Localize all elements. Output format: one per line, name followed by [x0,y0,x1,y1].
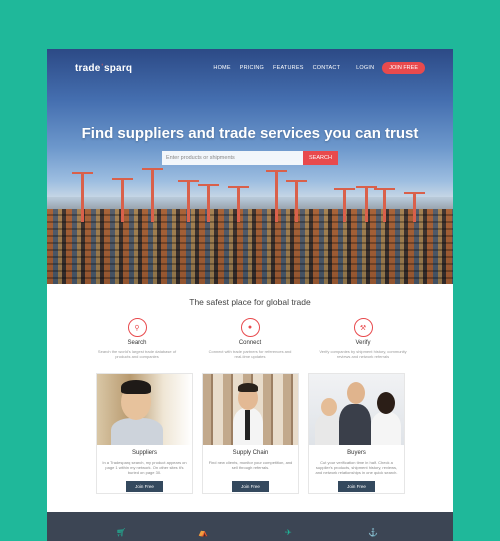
crane [266,170,287,222]
crane [178,180,199,222]
nav-home[interactable]: HOME [213,65,230,71]
top-nav: HOME PRICING FEATURES CONTACT LOGIN JOIN… [204,62,425,74]
crane [112,178,133,222]
nav-pricing[interactable]: PRICING [240,65,264,71]
nav-contact[interactable]: CONTACT [313,65,341,71]
feature-description: Connect with trade partners for referenc… [208,349,292,359]
person-head [321,398,337,416]
buyers-photo [309,374,404,445]
feature-title: Verify [355,340,371,346]
person-head [377,392,395,414]
footer-bar: 🛒︎ ⛺ ✈ ⚓ [47,512,453,541]
card-title: Suppliers [131,450,157,456]
crane [228,186,249,222]
feature-verify: ⚒ Verify Verify companies by shipment hi… [313,318,413,359]
search-icon: ⚲ [127,318,147,337]
cart-icon: 🛒︎ [116,528,127,537]
person-tie [245,410,250,440]
supply-chain-photo [203,374,298,445]
plane-icon: ✈ [285,528,292,537]
search-button[interactable]: SEARCH [303,151,338,165]
person-body [339,404,371,445]
card-title: Buyers [347,450,366,456]
join-free-button[interactable]: Join Free [232,481,269,492]
crane [374,188,395,222]
feature-title: Connect [238,340,262,346]
crane [198,184,219,222]
anchor-icon: ⚓ [368,528,378,537]
card-supply-chain: Supply Chain Find new clients, monitor y… [202,373,299,494]
crane [404,192,425,222]
feature-connect: ● Connect Connect with trade partners fo… [200,318,300,359]
hero-title: Find suppliers and trade services you ca… [81,125,419,142]
section-tagline: The safest place for global trade [47,297,453,307]
join-free-button[interactable]: JOIN FREE [382,62,425,74]
person-head [347,382,365,404]
brand-logo[interactable]: tradeˈsparq [75,63,132,74]
card-suppliers: Suppliers In a Tradesparq search, my pro… [96,373,193,494]
logo-text-part1: trade [75,63,101,74]
feature-description: Search the world's largest trade databas… [97,349,177,359]
person-hair [238,383,258,392]
landing-page: tradeˈsparq HOME PRICING FEATURES CONTAC… [47,49,453,541]
crane [142,168,163,222]
nav-features[interactable]: FEATURES [273,65,304,71]
user-icon: ● [240,318,260,337]
person-hair [121,380,151,394]
hero-container-terminal [47,209,453,284]
crane [286,180,307,222]
hero-section: tradeˈsparq HOME PRICING FEATURES CONTAC… [47,49,453,284]
feature-description: Verify companies by shipment history, co… [319,349,407,359]
card-description: Cut your verification time in half. Chec… [315,460,398,475]
search-input[interactable]: Enter products or shipments [162,151,303,165]
join-free-button[interactable]: Join Free [126,481,163,492]
feature-title: Search [127,340,147,346]
feature-search: ⚲ Search Search the world's largest trad… [87,318,187,359]
join-free-button[interactable]: Join Free [338,481,375,492]
card-title: Supply Chain [232,450,269,456]
suppliers-photo [97,374,192,445]
card-buyers: Buyers Cut your verification time in hal… [308,373,405,494]
gavel-icon: ⚒ [353,318,373,337]
logo-text-part2: sparq [103,63,133,74]
person-body [111,418,163,445]
ship-icon: ⛺ [198,528,208,537]
nav-login[interactable]: LOGIN [356,65,374,71]
card-description: Find new clients, monitor your competiti… [208,460,293,470]
tagline-part2: for global trade [254,297,311,307]
card-description: In a Tradesparq search, my product appea… [102,460,187,475]
tagline-part1: The safest place [189,297,252,307]
person-body [371,412,401,445]
crane [334,188,355,222]
crane [72,172,93,222]
crane [356,186,377,222]
